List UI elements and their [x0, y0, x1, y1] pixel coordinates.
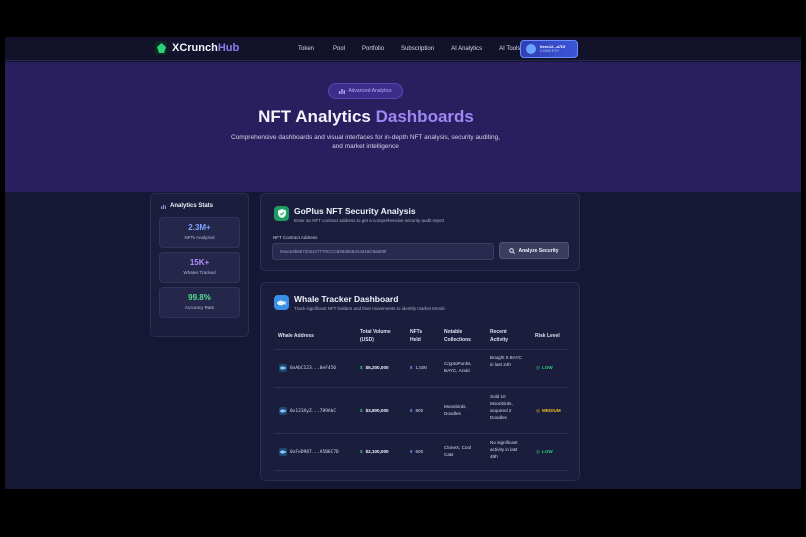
hero-badge-label: Advanced Analytics: [348, 88, 392, 94]
whale-tracker-card: Whale Tracker Dashboard Track significan…: [260, 282, 580, 481]
whale-icon: [274, 295, 289, 310]
wallet-balance: 0.0000 ETH: [540, 49, 559, 53]
whale-address-cell: 0x123XyZ...789AbC: [279, 407, 336, 415]
search-icon: [509, 247, 516, 254]
coins-icon: ⩩: [410, 365, 413, 370]
wallet-info: 0xec12...a7Df 0.0000 ETH: [540, 44, 565, 54]
activity-cell: No significant activity in last 48h: [490, 440, 518, 459]
dollar-icon: $: [360, 365, 363, 370]
analytics-stats-card: Analytics Stats 2.3M+ NFTs Analyzed 15K+…: [150, 193, 249, 337]
page-title: NFT Analytics Dashboards: [258, 107, 474, 126]
stat-value: 2.3M+: [188, 223, 211, 232]
contract-address-input[interactable]: 0xee24b8672022c7770CCC828d656224418C8a00…: [272, 243, 494, 260]
collections-cell: Moonbirds, Doodles: [444, 404, 467, 416]
volume-cell: $ $3,800,000: [360, 408, 389, 413]
nfts-held-cell: ⩩ 800: [410, 408, 424, 413]
analyze-security-button[interactable]: Analyze Security: [499, 242, 569, 259]
dollar-icon: $: [360, 408, 363, 413]
whale-title: Whale Tracker Dashboard: [294, 294, 399, 304]
security-title: GoPlus NFT Security Analysis: [294, 206, 416, 216]
nav-link-portfolio[interactable]: Portfolio: [362, 46, 384, 52]
table-row[interactable]: 0xFeD987...A5B6C7D $ $2,100,000 ⩩ 600 Clon…: [274, 433, 569, 471]
top-navbar: XCrunchHub Token Pool Portfolio Subscrip…: [5, 37, 801, 61]
table-row[interactable]: 0x123XyZ...789AbC $ $3,800,000 ⩩ 800 Moonb…: [274, 387, 569, 433]
whale-description: Track significant NFT holders and their …: [294, 306, 445, 311]
app-screen: XCrunchHub Token Pool Portfolio Subscrip…: [5, 37, 801, 489]
th-recent-activity: Recent Activity: [490, 329, 509, 343]
collections-cell: CloneX, Cool Cats: [444, 445, 472, 457]
hero-badge: Advanced Analytics: [328, 83, 403, 99]
whale-icon: [279, 364, 287, 372]
th-whale-address: Whale Address: [278, 333, 314, 339]
brand-name: XCrunchHub: [172, 42, 240, 54]
wallet-avatar-icon: [526, 44, 536, 54]
whale-address-cell: 0xAbC123...0eF456: [279, 364, 336, 372]
wallet-button[interactable]: 0xec12...a7Df 0.0000 ETH: [520, 40, 578, 58]
stat-accuracy-rate: 99.8% Accuracy Rate: [159, 287, 240, 318]
nav-link-token[interactable]: Token: [298, 46, 314, 52]
security-description: Enter an NFT contract address to get a c…: [294, 218, 445, 223]
nav-link-pool[interactable]: Pool: [333, 46, 345, 52]
whale-address-cell: 0xFeD987...A5B6C7D: [279, 448, 339, 456]
nav-link-ai-analytics[interactable]: AI Analytics: [451, 46, 482, 52]
th-nfts-held: NFTs Held: [410, 329, 423, 343]
hero-section: Advanced Analytics NFT Analytics Dashboa…: [5, 62, 801, 192]
page-subtitle: Comprehensive dashboards and visual inte…: [230, 134, 501, 150]
whale-icon: [279, 448, 287, 456]
whale-icon: [279, 407, 287, 415]
shield-icon: [274, 206, 289, 221]
security-analysis-card: GoPlus NFT Security Analysis Enter an NF…: [260, 193, 580, 271]
stat-nfts-analyzed: 2.3M+ NFTs Analyzed: [159, 217, 240, 248]
whale-logo-icon: [155, 41, 167, 55]
nfts-held-cell: ⩩ 1,500: [410, 365, 427, 370]
stat-label: NFTs Analyzed: [184, 235, 215, 240]
activity-cell: Sold 10 Moonbirds, acquired 2 Doodles: [490, 394, 513, 420]
coins-icon: ⩩: [410, 449, 413, 454]
risk-level-cell: ◎ LOW: [536, 365, 553, 370]
stat-whales-tracked: 15K+ Whales Tracked: [159, 252, 240, 283]
contract-address-label: NFT Contract Address: [273, 235, 318, 240]
nfts-held-cell: ⩩ 600: [410, 449, 424, 454]
risk-level-cell: ◎ LOW: [536, 449, 553, 454]
stats-title: Analytics Stats: [161, 203, 213, 209]
brand-logo[interactable]: XCrunchHub: [155, 41, 239, 55]
volume-cell: $ $2,100,000: [360, 449, 389, 454]
volume-cell: $ $5,200,000: [360, 365, 389, 370]
table-row[interactable]: 0xAbC123...0eF456 $ $5,200,000 ⩩ 1,500 Cry…: [274, 349, 569, 387]
stat-value: 99.8%: [188, 293, 211, 302]
coins-icon: ⩩: [410, 408, 413, 413]
stat-label: Accuracy Rate: [184, 305, 215, 310]
check-circle-icon: ◎: [536, 449, 541, 454]
collections-cell: CryptoPunks, BAYC, Azuki: [444, 361, 472, 373]
risk-level-cell: ◎ MEDIUM: [536, 408, 561, 413]
bar-chart-icon: [161, 204, 166, 209]
stat-value: 15K+: [189, 258, 210, 267]
th-total-volume: Total Volume (USD): [360, 329, 391, 343]
chart-icon: [339, 89, 346, 94]
check-circle-icon: ◎: [536, 365, 541, 370]
main-content: Analytics Stats 2.3M+ NFTs Analyzed 15K+…: [5, 192, 801, 489]
warning-circle-icon: ◎: [536, 408, 541, 413]
dollar-icon: $: [360, 449, 363, 454]
activity-cell: Bought 5 BAYC in last 24h: [490, 355, 522, 367]
th-notable-collections: Notable Collections: [444, 329, 471, 343]
stat-label: Whales Tracked: [183, 270, 216, 275]
nav-link-ai-tools[interactable]: AI Tools: [499, 46, 520, 52]
nav-links: Token Pool Portfolio Subscription AI Ana…: [293, 37, 520, 61]
th-risk-level: Risk Level: [535, 333, 560, 339]
nav-link-subscription[interactable]: Subscription: [401, 46, 434, 52]
